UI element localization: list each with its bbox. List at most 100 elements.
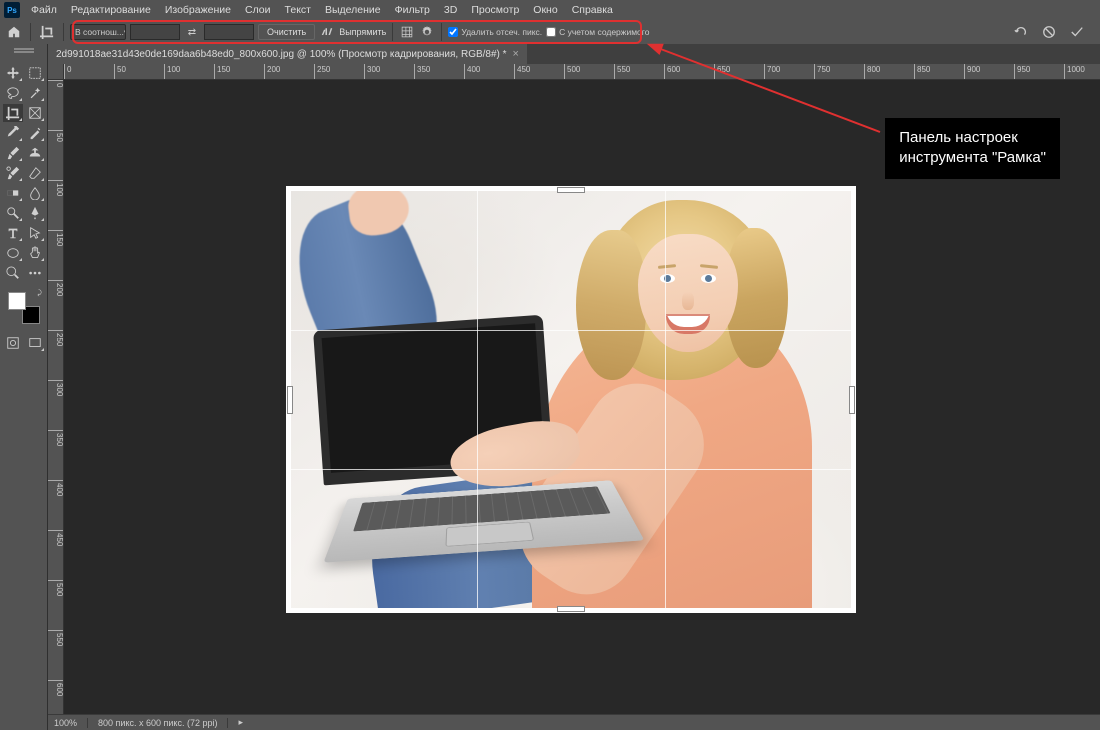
type-tool[interactable]	[3, 224, 23, 242]
ruler-tick: 600	[48, 680, 64, 696]
ruler-tick: 250	[48, 330, 64, 346]
path-selection-tool[interactable]	[25, 224, 45, 242]
crop-tool[interactable]	[3, 104, 23, 122]
annotation-callout: Панель настроек инструмента "Рамка"	[885, 118, 1060, 179]
ratio-preset-dropdown[interactable]: В соотнош... ▾	[70, 24, 126, 40]
overlay-grid-icon[interactable]	[399, 24, 415, 40]
ruler-tick: 50	[114, 64, 126, 80]
ruler-tick: 400	[48, 480, 64, 496]
eyedropper-tool[interactable]	[3, 124, 23, 142]
marquee-tool[interactable]	[25, 64, 45, 82]
color-swatches[interactable]: ⤸	[8, 292, 40, 324]
ruler-tick: 550	[48, 630, 64, 646]
ruler-tick: 200	[48, 280, 64, 296]
quick-mask-tool[interactable]	[3, 334, 23, 352]
home-icon[interactable]	[4, 23, 24, 41]
swap-dimensions-icon[interactable]: ⇄	[184, 24, 200, 40]
annotation-line2: инструмента "Рамка"	[899, 148, 1046, 168]
zoom-tool[interactable]	[3, 264, 23, 282]
content-aware-label: С учетом содержимого	[559, 27, 649, 37]
hand-tool[interactable]	[25, 244, 45, 262]
app-logo: Ps	[4, 2, 20, 18]
delete-cropped-checkbox[interactable]: Удалить отсеч. пикс.	[448, 27, 542, 37]
ruler-tick: 150	[48, 230, 64, 246]
ruler-tick: 550	[614, 64, 630, 80]
dodge-tool[interactable]	[3, 204, 23, 222]
magic-wand-tool[interactable]	[25, 84, 45, 102]
ruler-tick: 950	[1014, 64, 1030, 80]
menu-bar: Ps Файл Редактирование Изображение Слои …	[0, 0, 1100, 20]
move-tool[interactable]	[3, 64, 23, 82]
ruler-tick: 150	[214, 64, 230, 80]
commit-crop-icon[interactable]	[1070, 25, 1084, 39]
ruler-tick: 1000	[1064, 64, 1085, 80]
status-bar: 100% 800 пикс. x 600 пикс. (72 ppi) ▸	[48, 714, 1100, 730]
gradient-tool[interactable]	[3, 184, 23, 202]
lasso-tool[interactable]	[3, 84, 23, 102]
swap-colors-icon[interactable]: ⤸	[37, 290, 41, 298]
crop-height-input[interactable]	[204, 24, 254, 40]
cancel-crop-icon[interactable]	[1042, 25, 1056, 39]
menu-3d[interactable]: 3D	[437, 4, 464, 16]
document-tab[interactable]: 2d991018ae31d43e0de169daa6b48ed0_800x600…	[48, 44, 527, 64]
healing-brush-tool[interactable]	[25, 124, 45, 142]
clear-button[interactable]: Очистить	[258, 24, 315, 40]
vertical-ruler[interactable]: 050100150200250300350400450500550600650	[48, 80, 64, 714]
photo-detail	[666, 314, 710, 334]
ruler-tick: 600	[664, 64, 680, 80]
screen-mode-tool[interactable]	[25, 334, 45, 352]
menu-edit[interactable]: Редактирование	[64, 4, 158, 16]
close-icon[interactable]: ×	[513, 48, 519, 60]
history-brush-tool[interactable]	[3, 164, 23, 182]
foreground-color-swatch[interactable]	[8, 292, 26, 310]
shape-tool[interactable]	[3, 244, 23, 262]
delete-cropped-input[interactable]	[448, 27, 458, 37]
image-with-crop[interactable]	[286, 186, 856, 613]
gear-icon[interactable]	[419, 24, 435, 40]
ruler-tick: 500	[48, 580, 64, 596]
panel-grab-handle[interactable]	[0, 44, 48, 54]
photo-content	[290, 190, 852, 609]
edit-toolbar[interactable]	[25, 264, 45, 282]
ruler-tick: 900	[964, 64, 980, 80]
menu-view[interactable]: Просмотр	[464, 4, 526, 16]
menu-filter[interactable]: Фильтр	[388, 4, 437, 16]
ruler-tick: 300	[48, 380, 64, 396]
menu-window[interactable]: Окно	[526, 4, 564, 16]
document-dimensions[interactable]: 800 пикс. x 600 пикс. (72 ppi)	[98, 718, 228, 728]
crop-tool-indicator-icon[interactable]	[37, 23, 57, 41]
frame-tool[interactable]	[25, 104, 45, 122]
photo-detail	[658, 264, 676, 269]
straighten-label: Выпрямить	[339, 27, 386, 37]
status-chevron-icon[interactable]: ▸	[238, 717, 243, 728]
content-aware-checkbox[interactable]: С учетом содержимого	[546, 27, 649, 37]
zoom-level[interactable]: 100%	[54, 718, 88, 728]
clone-stamp-tool[interactable]	[25, 144, 45, 162]
menu-layer[interactable]: Слои	[238, 4, 278, 16]
horizontal-ruler[interactable]: 0501001502002503003504004505005506006507…	[64, 64, 1100, 80]
menu-type[interactable]: Текст	[278, 4, 318, 16]
menu-help[interactable]: Справка	[565, 4, 620, 16]
eraser-tool[interactable]	[25, 164, 45, 182]
ruler-tick: 100	[164, 64, 180, 80]
ruler-tick: 450	[514, 64, 530, 80]
straighten-icon[interactable]	[319, 24, 335, 40]
blur-tool[interactable]	[25, 184, 45, 202]
menu-select[interactable]: Выделение	[318, 4, 388, 16]
ruler-tick: 300	[364, 64, 380, 80]
content-aware-input[interactable]	[546, 27, 556, 37]
chevron-down-icon: ▾	[124, 27, 126, 38]
menu-file[interactable]: Файл	[24, 4, 64, 16]
menu-image[interactable]: Изображение	[158, 4, 238, 16]
brush-tool[interactable]	[3, 144, 23, 162]
photo-detail	[700, 264, 718, 269]
options-bar: В соотнош... ▾ ⇄ Очистить Выпрямить Удал…	[0, 20, 1100, 44]
crop-width-input[interactable]	[130, 24, 180, 40]
pen-tool[interactable]	[25, 204, 45, 222]
document-tab-bar: 2d991018ae31d43e0de169daa6b48ed0_800x600…	[48, 44, 1100, 64]
reset-crop-icon[interactable]	[1014, 25, 1028, 39]
ruler-tick: 0	[64, 64, 71, 80]
photo-detail	[660, 274, 675, 283]
ruler-origin[interactable]	[48, 64, 64, 80]
ruler-tick: 350	[48, 430, 64, 446]
